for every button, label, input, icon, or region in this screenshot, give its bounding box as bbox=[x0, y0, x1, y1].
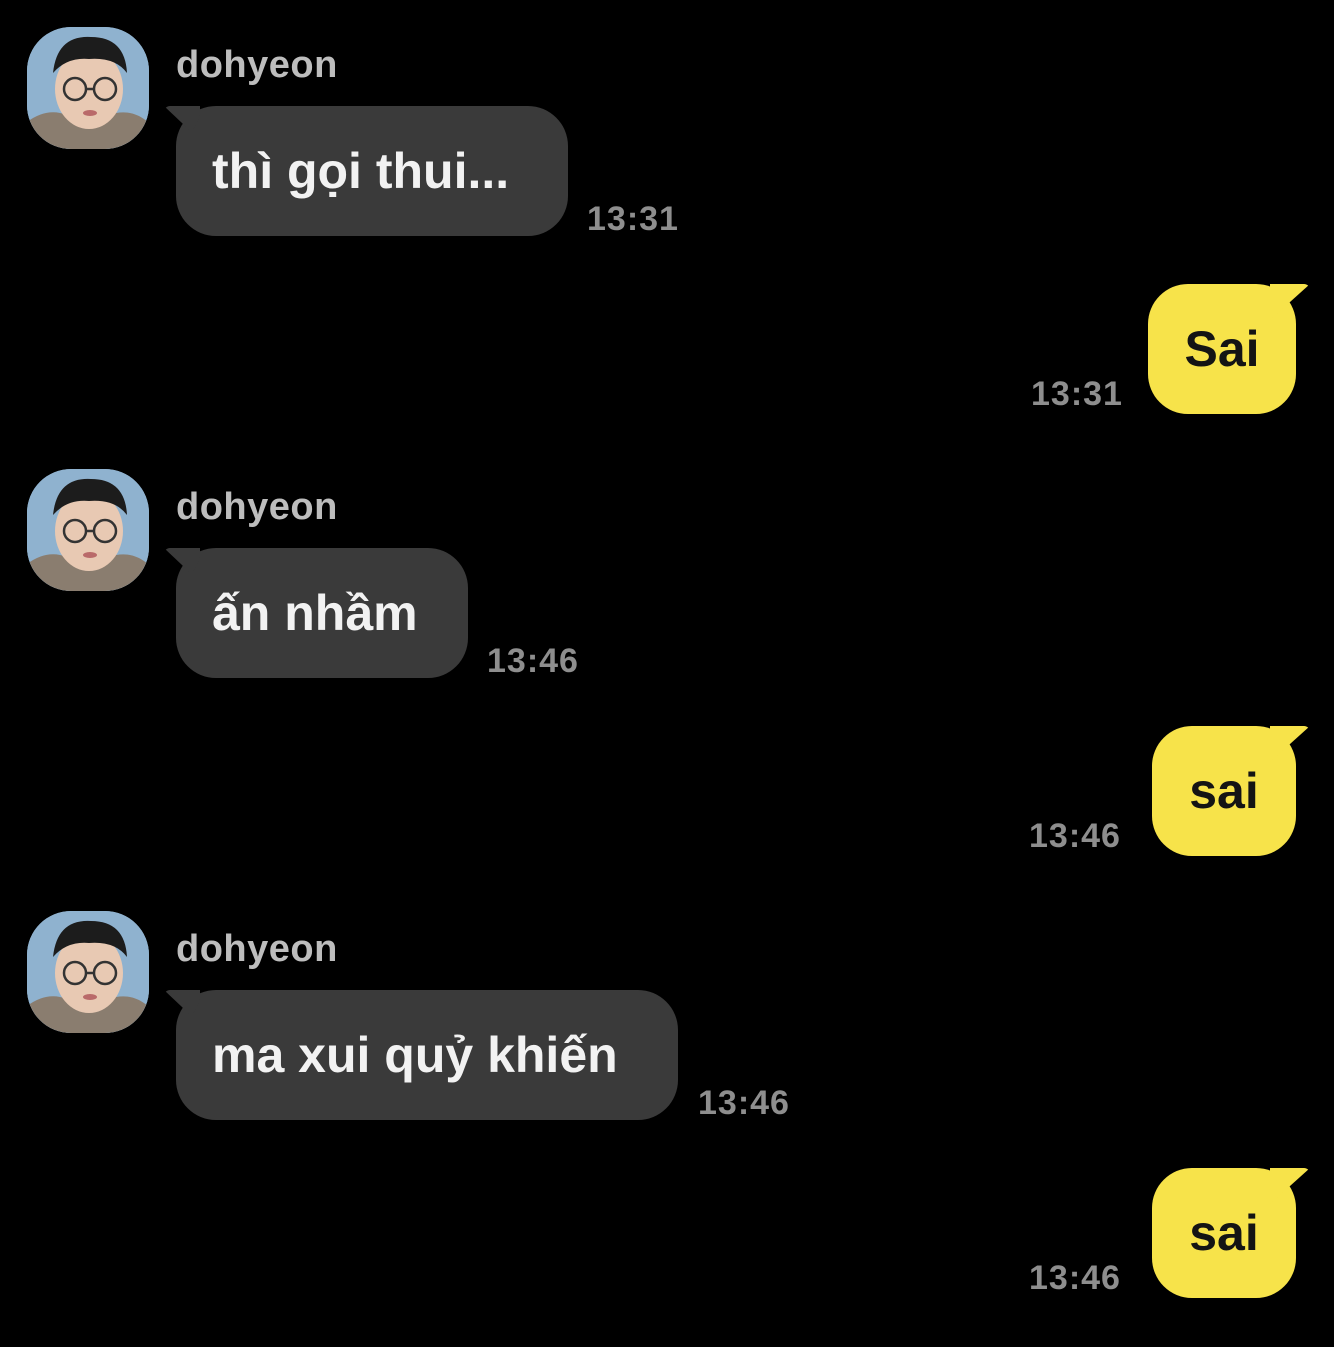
avatar-photo-icon bbox=[27, 27, 149, 149]
outgoing-message-bubble[interactable]: Sai bbox=[1148, 284, 1296, 414]
message-text: ma xui quỷ khiến bbox=[212, 1027, 618, 1083]
message-text: sai bbox=[1189, 763, 1259, 819]
message-timestamp: 13:46 bbox=[698, 1084, 790, 1122]
contact-avatar[interactable] bbox=[27, 911, 149, 1033]
outgoing-message-bubble[interactable]: sai bbox=[1152, 726, 1296, 856]
message-timestamp: 13:46 bbox=[487, 642, 579, 680]
message-timestamp: 13:46 bbox=[1029, 817, 1121, 855]
sender-name: dohyeon bbox=[176, 928, 338, 970]
avatar-photo-icon bbox=[27, 469, 149, 591]
chat-thread: dohyeon thì gọi thui... 13:31 13:31 Sai … bbox=[0, 0, 1334, 1347]
sender-name: dohyeon bbox=[176, 44, 338, 86]
message-timestamp: 13:31 bbox=[587, 200, 679, 238]
message-text: Sai bbox=[1184, 321, 1260, 377]
contact-avatar[interactable] bbox=[27, 469, 149, 591]
message-text: sai bbox=[1189, 1205, 1259, 1261]
incoming-message-bubble[interactable]: ấn nhầm bbox=[176, 548, 468, 678]
sender-name: dohyeon bbox=[176, 486, 338, 528]
message-text: thì gọi thui... bbox=[212, 143, 510, 199]
message-text: ấn nhầm bbox=[212, 585, 418, 641]
incoming-message-bubble[interactable]: thì gọi thui... bbox=[176, 106, 568, 236]
avatar-photo-icon bbox=[27, 911, 149, 1033]
outgoing-message-bubble[interactable]: sai bbox=[1152, 1168, 1296, 1298]
message-timestamp: 13:31 bbox=[1031, 375, 1123, 413]
incoming-message-bubble[interactable]: ma xui quỷ khiến bbox=[176, 990, 678, 1120]
message-timestamp: 13:46 bbox=[1029, 1259, 1121, 1297]
contact-avatar[interactable] bbox=[27, 27, 149, 149]
